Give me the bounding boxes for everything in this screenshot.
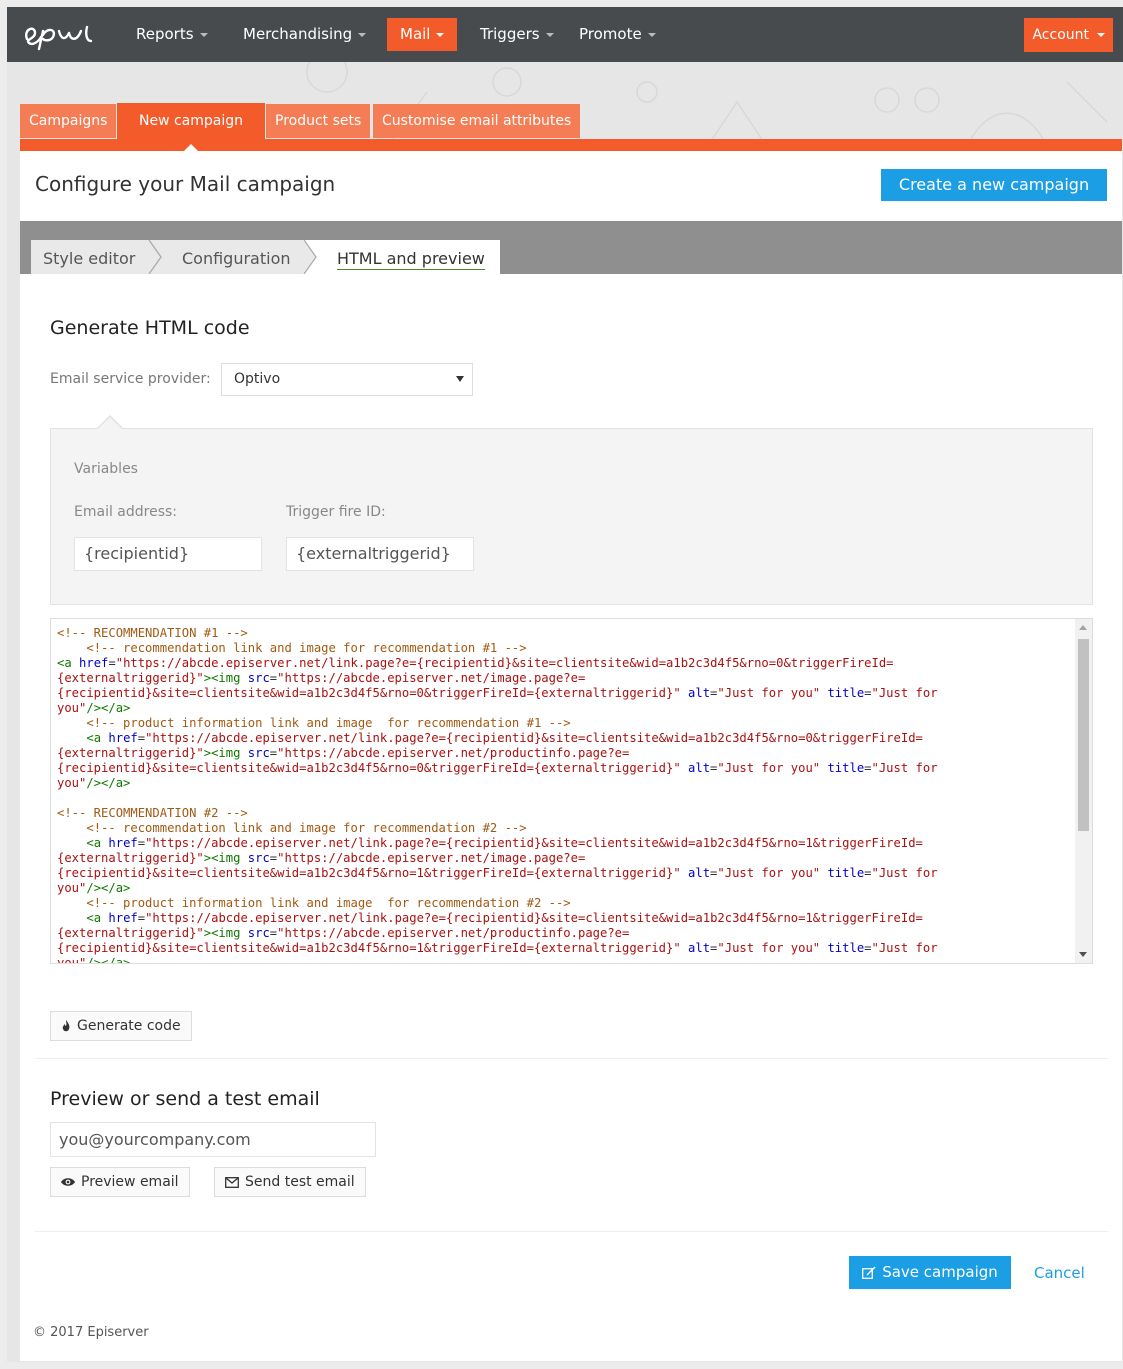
chevron-down-icon: [358, 32, 367, 37]
trigger-fire-id-field[interactable]: {externaltriggerid}: [286, 537, 474, 571]
chevron-right-icon: [303, 240, 317, 274]
nav-mail-label: Mail: [400, 25, 431, 43]
preview-email-button[interactable]: Preview email: [50, 1167, 190, 1197]
provider-value: Optivo: [234, 371, 281, 387]
email-address-field[interactable]: {recipientid}: [74, 537, 262, 571]
epi-logo[interactable]: [21, 19, 101, 51]
section-divider: [35, 1058, 1108, 1059]
test-email-input[interactable]: you@yourcompany.com: [50, 1122, 376, 1157]
scroll-down-icon[interactable]: [1079, 952, 1087, 957]
chevron-down-icon: [456, 376, 464, 382]
subtab-campaigns[interactable]: Campaigns: [20, 104, 117, 138]
generate-code-label: Generate code: [77, 1018, 181, 1034]
send-test-email-button[interactable]: Send test email: [214, 1167, 366, 1197]
preview-email-label: Preview email: [81, 1174, 179, 1190]
html-code-output[interactable]: <!-- RECOMMENDATION #1 --> <!-- recommen…: [50, 618, 1093, 964]
preview-heading: Preview or send a test email: [50, 1088, 320, 1110]
chevron-right-icon: [148, 240, 162, 274]
nav-triggers-label: Triggers: [480, 25, 540, 43]
variables-panel: [50, 428, 1093, 605]
wizard-step-style-editor[interactable]: Style editor: [43, 249, 135, 268]
variables-panel-pointer-fill: [98, 417, 122, 429]
provider-label: Email service provider:: [50, 371, 211, 387]
nav-merchandising-label: Merchandising: [243, 25, 353, 43]
nav-promote[interactable]: Promote: [579, 7, 656, 62]
nav-reports[interactable]: Reports: [136, 7, 208, 62]
page-title: Configure your Mail campaign: [35, 172, 336, 196]
chevron-down-icon: [545, 32, 554, 37]
top-nav: Reports Merchandising Mail Triggers Prom…: [7, 7, 1123, 62]
nav-merchandising[interactable]: Merchandising: [243, 7, 367, 62]
subtab-product-sets[interactable]: Product sets: [266, 104, 371, 138]
subtab-customise-email-attributes[interactable]: Customise email attributes: [373, 104, 581, 138]
provider-select[interactable]: Optivo: [221, 363, 473, 396]
nav-reports-label: Reports: [136, 25, 194, 43]
generate-heading: Generate HTML code: [50, 317, 250, 339]
envelope-icon: [225, 1176, 239, 1188]
copyright: © 2017 Episerver: [33, 1325, 149, 1340]
flame-icon: [62, 1020, 70, 1032]
generate-code-button[interactable]: Generate code: [50, 1011, 192, 1041]
save-campaign-button[interactable]: Save campaign: [849, 1256, 1011, 1289]
html-code-text: <!-- RECOMMENDATION #1 --> <!-- recommen…: [57, 626, 938, 964]
wizard-step-html-and-preview[interactable]: HTML and preview: [337, 249, 485, 270]
email-address-label: Email address:: [74, 504, 178, 520]
wizard-step-configuration[interactable]: Configuration: [182, 249, 291, 268]
nav-mail[interactable]: Mail: [387, 18, 458, 51]
chevron-down-icon: [647, 32, 656, 37]
scroll-up-icon[interactable]: [1079, 625, 1087, 630]
save-campaign-label: Save campaign: [882, 1263, 998, 1281]
edit-icon: [862, 1266, 876, 1279]
eye-icon: [61, 1178, 75, 1186]
scroll-thumb[interactable]: [1078, 639, 1089, 831]
nav-promote-label: Promote: [579, 25, 642, 43]
active-tab-pointer: [184, 144, 198, 151]
chevron-down-icon: [1097, 33, 1105, 37]
cancel-link[interactable]: Cancel: [1034, 1264, 1085, 1282]
subtab-new-campaign[interactable]: New campaign: [117, 103, 266, 140]
account-label: Account: [1032, 27, 1089, 43]
trigger-fire-id-label: Trigger fire ID:: [286, 504, 386, 520]
code-scrollbar[interactable]: [1075, 619, 1092, 963]
send-test-email-label: Send test email: [245, 1174, 355, 1190]
chevron-down-icon: [436, 32, 445, 37]
nav-triggers[interactable]: Triggers: [480, 7, 554, 62]
variables-heading: Variables: [74, 461, 138, 477]
account-button[interactable]: Account: [1024, 18, 1113, 52]
section-divider: [35, 1231, 1108, 1232]
chevron-down-icon: [199, 32, 208, 37]
create-new-campaign-button[interactable]: Create a new campaign: [881, 169, 1107, 201]
